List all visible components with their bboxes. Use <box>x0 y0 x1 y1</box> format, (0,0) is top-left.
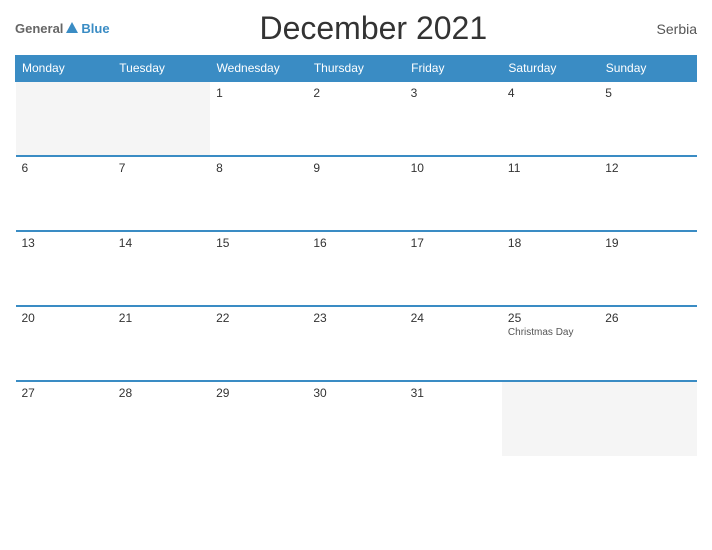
day-number: 26 <box>605 311 690 325</box>
calendar-day-cell <box>502 381 599 456</box>
day-number: 15 <box>216 236 301 250</box>
day-number: 5 <box>605 86 690 100</box>
day-number: 8 <box>216 161 301 175</box>
calendar-week-row: 13 14 15 16 17 18 19 <box>16 231 697 306</box>
calendar-day-cell: 6 <box>16 156 113 231</box>
calendar-day-cell: 4 <box>502 81 599 156</box>
logo-text-general: General <box>15 21 63 36</box>
header-friday: Friday <box>405 56 502 82</box>
day-number: 6 <box>22 161 107 175</box>
logo-triangle-icon <box>66 22 78 33</box>
calendar-day-cell <box>599 381 696 456</box>
day-number: 7 <box>119 161 204 175</box>
day-number: 12 <box>605 161 690 175</box>
calendar-day-cell: 10 <box>405 156 502 231</box>
day-number: 3 <box>411 86 496 100</box>
day-number: 18 <box>508 236 593 250</box>
header-thursday: Thursday <box>307 56 404 82</box>
calendar-week-row: 20 21 22 23 24 25 Christmas Day 26 <box>16 306 697 381</box>
calendar-day-cell: 8 <box>210 156 307 231</box>
calendar-day-cell: 31 <box>405 381 502 456</box>
calendar-day-cell <box>113 81 210 156</box>
calendar-day-cell: 11 <box>502 156 599 231</box>
calendar-day-cell: 15 <box>210 231 307 306</box>
calendar-day-cell: 24 <box>405 306 502 381</box>
weekday-header-row: Monday Tuesday Wednesday Thursday Friday… <box>16 56 697 82</box>
calendar-day-cell: 25 Christmas Day <box>502 306 599 381</box>
calendar-day-cell: 13 <box>16 231 113 306</box>
day-number: 2 <box>313 86 398 100</box>
day-number: 28 <box>119 386 204 400</box>
day-number: 20 <box>22 311 107 325</box>
calendar-day-cell: 29 <box>210 381 307 456</box>
header-monday: Monday <box>16 56 113 82</box>
calendar-day-cell: 14 <box>113 231 210 306</box>
day-number: 17 <box>411 236 496 250</box>
calendar-day-cell: 9 <box>307 156 404 231</box>
country-label: Serbia <box>637 21 697 37</box>
calendar-day-cell: 5 <box>599 81 696 156</box>
calendar-day-cell: 3 <box>405 81 502 156</box>
day-number: 23 <box>313 311 398 325</box>
day-number: 27 <box>22 386 107 400</box>
day-number: 24 <box>411 311 496 325</box>
calendar-week-row: 6789 10 11 12 <box>16 156 697 231</box>
day-number: 1 <box>216 86 301 100</box>
day-number: 10 <box>411 161 496 175</box>
calendar-day-cell: 2 <box>307 81 404 156</box>
day-number: 9 <box>313 161 398 175</box>
month-title: December 2021 <box>110 10 637 47</box>
day-number: 29 <box>216 386 301 400</box>
day-number: 31 <box>411 386 496 400</box>
day-number: 11 <box>508 161 593 175</box>
day-number: 14 <box>119 236 204 250</box>
calendar-day-cell: 30 <box>307 381 404 456</box>
calendar-day-cell: 21 <box>113 306 210 381</box>
calendar-table: Monday Tuesday Wednesday Thursday Friday… <box>15 55 697 456</box>
day-number: 22 <box>216 311 301 325</box>
calendar-day-cell: 20 <box>16 306 113 381</box>
calendar-day-cell: 26 <box>599 306 696 381</box>
calendar-day-cell: 27 <box>16 381 113 456</box>
day-number: 19 <box>605 236 690 250</box>
logo-text-blue: Blue <box>81 21 109 36</box>
calendar-day-cell: 1 <box>210 81 307 156</box>
calendar-week-row: 27 28 29 30 31 <box>16 381 697 456</box>
calendar-day-cell: 19 <box>599 231 696 306</box>
calendar-day-cell: 18 <box>502 231 599 306</box>
day-number: 16 <box>313 236 398 250</box>
header: General Blue December 2021 Serbia <box>15 10 697 47</box>
calendar-day-cell: 12 <box>599 156 696 231</box>
calendar-day-cell: 16 <box>307 231 404 306</box>
calendar-day-cell: 22 <box>210 306 307 381</box>
day-number: 4 <box>508 86 593 100</box>
holiday-label: Christmas Day <box>508 327 593 338</box>
logo: General Blue <box>15 21 110 36</box>
header-saturday: Saturday <box>502 56 599 82</box>
calendar-day-cell: 23 <box>307 306 404 381</box>
calendar-day-cell: 28 <box>113 381 210 456</box>
day-number: 13 <box>22 236 107 250</box>
header-sunday: Sunday <box>599 56 696 82</box>
header-tuesday: Tuesday <box>113 56 210 82</box>
calendar-day-cell: 7 <box>113 156 210 231</box>
header-wednesday: Wednesday <box>210 56 307 82</box>
page: General Blue December 2021 Serbia Monday… <box>0 0 712 550</box>
calendar-day-cell: 17 <box>405 231 502 306</box>
calendar-week-row: 12345 <box>16 81 697 156</box>
calendar-day-cell <box>16 81 113 156</box>
day-number: 30 <box>313 386 398 400</box>
day-number: 21 <box>119 311 204 325</box>
day-number: 25 <box>508 311 593 325</box>
